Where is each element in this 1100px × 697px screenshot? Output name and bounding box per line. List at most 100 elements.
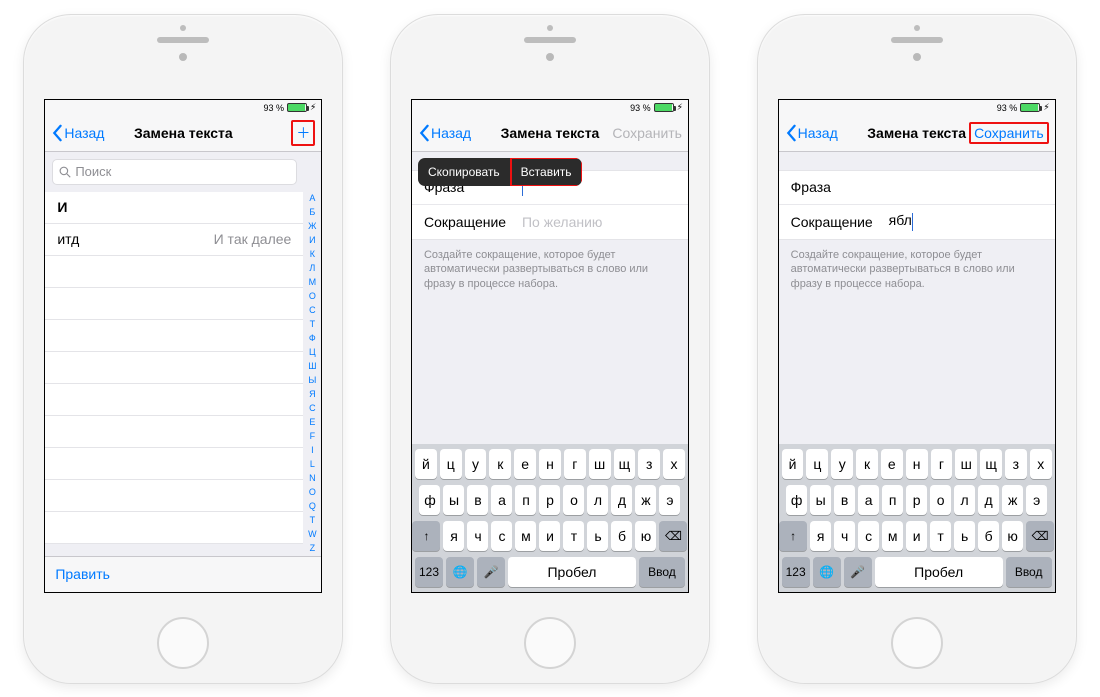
key[interactable]: л [954,485,975,515]
key[interactable]: е [514,449,536,479]
key[interactable]: ч [834,521,855,551]
key[interactable]: щ [614,449,636,479]
index-letter[interactable]: К [305,250,319,259]
key[interactable]: ю [1002,521,1023,551]
key[interactable]: э [1026,485,1047,515]
key[interactable]: ц [440,449,462,479]
key[interactable]: и [539,521,560,551]
index-letter[interactable]: Ж [305,222,319,231]
space-key[interactable]: Пробел [508,557,636,587]
key[interactable]: т [930,521,951,551]
key[interactable]: о [930,485,951,515]
key[interactable]: ь [587,521,608,551]
key[interactable]: я [443,521,464,551]
key[interactable]: я [810,521,831,551]
key[interactable]: ы [810,485,831,515]
key[interactable]: с [491,521,512,551]
key[interactable]: г [931,449,953,479]
key[interactable]: п [515,485,536,515]
globe-key[interactable]: 🌐 [446,557,474,587]
num-key[interactable]: 123 [415,557,443,587]
back-button[interactable]: Назад [51,124,104,142]
key[interactable]: щ [980,449,1002,479]
key[interactable]: к [489,449,511,479]
mic-key[interactable]: 🎤 [477,557,505,587]
enter-key[interactable]: Ввод [639,557,685,587]
index-letter[interactable]: О [305,488,319,497]
index-letter[interactable]: С [305,306,319,315]
key[interactable]: б [978,521,999,551]
key[interactable]: х [663,449,685,479]
backspace-key[interactable]: ⌫ [659,521,687,551]
key[interactable]: н [539,449,561,479]
key[interactable]: д [978,485,999,515]
key[interactable]: к [856,449,878,479]
key[interactable]: б [611,521,632,551]
index-letter[interactable]: Z [305,544,319,553]
key[interactable]: м [882,521,903,551]
key[interactable]: ь [954,521,975,551]
index-letter[interactable]: А [305,194,319,203]
key[interactable]: ж [1002,485,1023,515]
key[interactable]: в [467,485,488,515]
key[interactable]: а [858,485,879,515]
key[interactable]: п [882,485,903,515]
index-letter[interactable]: М [305,278,319,287]
back-button[interactable]: Назад [418,124,471,142]
globe-key[interactable]: 🌐 [813,557,841,587]
index-letter[interactable]: Q [305,502,319,511]
key[interactable]: м [515,521,536,551]
key[interactable]: е [881,449,903,479]
key[interactable]: н [906,449,928,479]
index-letter[interactable]: Ф [305,334,319,343]
key[interactable]: ы [443,485,464,515]
mic-key[interactable]: 🎤 [844,557,872,587]
key[interactable]: д [611,485,632,515]
num-key[interactable]: 123 [782,557,810,587]
phrase-field[interactable]: Фраза [779,171,1055,205]
key[interactable]: а [491,485,512,515]
key[interactable]: э [659,485,680,515]
index-letter[interactable]: Ы [305,376,319,385]
home-button[interactable] [891,617,943,669]
key[interactable]: в [834,485,855,515]
key[interactable]: р [539,485,560,515]
list-item[interactable]: итд И так далее [45,224,303,256]
key[interactable]: ц [806,449,828,479]
shift-key[interactable]: ↑ [779,521,807,551]
key[interactable]: у [465,449,487,479]
index-letter[interactable]: Т [305,320,319,329]
key[interactable]: ш [589,449,611,479]
index-letter[interactable]: Я [305,390,319,399]
key[interactable]: л [587,485,608,515]
key[interactable]: ю [635,521,656,551]
alpha-index[interactable]: АБЖИКЛМОСТФЦШЫЯСЕFILNОQТWZ# [305,194,319,558]
key[interactable]: й [415,449,437,479]
home-button[interactable] [157,617,209,669]
key[interactable]: ш [955,449,977,479]
key[interactable]: о [563,485,584,515]
index-letter[interactable]: I [305,446,319,455]
paste-action[interactable]: Вставить [511,158,582,186]
index-letter[interactable]: Е [305,418,319,427]
key[interactable]: с [858,521,879,551]
key[interactable]: з [1005,449,1027,479]
index-letter[interactable]: L [305,460,319,469]
index-letter[interactable]: Ц [305,348,319,357]
search-input[interactable]: Поиск [52,159,297,185]
index-letter[interactable]: Ш [305,362,319,371]
add-button[interactable]: ＋ [291,120,315,146]
enter-key[interactable]: Ввод [1006,557,1052,587]
index-letter[interactable]: F [305,432,319,441]
shortcut-field[interactable]: Сокращение По желанию [412,205,688,239]
index-letter[interactable]: W [305,530,319,539]
index-letter[interactable]: N [305,474,319,483]
key[interactable]: й [782,449,804,479]
key[interactable]: г [564,449,586,479]
shift-key[interactable]: ↑ [412,521,440,551]
copy-action[interactable]: Скопировать [418,158,511,186]
index-letter[interactable]: С [305,404,319,413]
index-letter[interactable]: Б [305,208,319,217]
shortcut-field[interactable]: Сокращение ябл [779,205,1055,239]
index-letter[interactable]: Т [305,516,319,525]
